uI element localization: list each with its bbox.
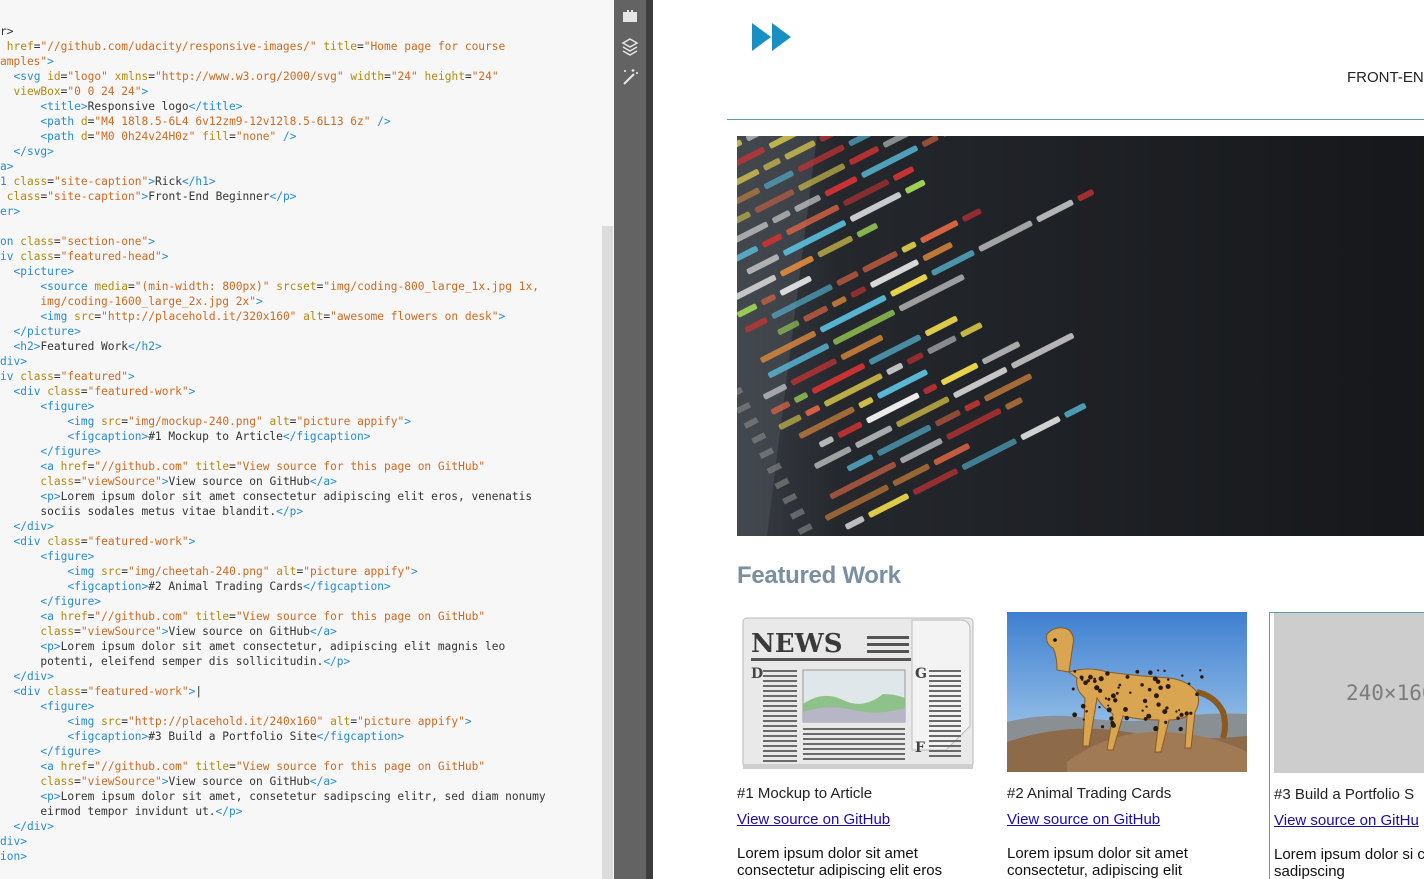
- view-source-link[interactable]: View source on GitHu: [1274, 812, 1424, 829]
- code-line[interactable]: [0, 219, 546, 234]
- card-description: Lorem ipsum dolor si consetetur sadipsci…: [1274, 846, 1424, 879]
- code-line[interactable]: <a href="//github.com" title="View sourc…: [0, 609, 546, 624]
- figcaption: #2 Animal Trading Cards: [1007, 785, 1172, 802]
- view-source-link[interactable]: View source on GitHub: [1007, 811, 1253, 828]
- code-line[interactable]: class="viewSource">View source on GitHub…: [0, 624, 546, 639]
- figcaption: #3 Build a Portfolio S: [1274, 786, 1415, 803]
- code-line[interactable]: <a href="//github.com" title="View sourc…: [0, 759, 546, 774]
- magic-wand-icon[interactable]: [620, 67, 640, 87]
- code-line[interactable]: iv class="featured-head">: [0, 249, 546, 264]
- hero-image: [737, 136, 1424, 536]
- code-line[interactable]: <div class="featured-work">|: [0, 684, 546, 699]
- code-line[interactable]: </div>: [0, 519, 546, 534]
- placeholder-label: 240×160: [1346, 681, 1424, 705]
- featured-work-card: NEWS D G F #1 Mockup to Article View sou…: [737, 612, 983, 879]
- featured-work-card: 240×160 #3 Build a Portfolio S View sour…: [1269, 612, 1424, 879]
- code-line[interactable]: <path d="M4 18l8.5-6L4 6v12zm9-12v12l8.5…: [0, 114, 546, 129]
- code-line[interactable]: <img src="img/mockup-240.png" alt="pictu…: [0, 414, 546, 429]
- code-line[interactable]: </div>: [0, 819, 546, 834]
- code-line[interactable]: viewBox="0 0 24 24">: [0, 84, 546, 99]
- logo-link[interactable]: [749, 20, 795, 54]
- featured-work-card: #2 Animal Trading Cards View source on G…: [1007, 612, 1253, 879]
- code-line[interactable]: eirmod tempor invidunt ut.</p>: [0, 804, 546, 819]
- live-preview: FRONT-END Featured Work NEWS: [653, 0, 1424, 879]
- code-line[interactable]: </figure>: [0, 594, 546, 609]
- code-line[interactable]: <img src="img/cheetah-240.png" alt="pict…: [0, 564, 546, 579]
- code-line[interactable]: <figure>: [0, 399, 546, 414]
- code-line[interactable]: img/coding-1600_large_2x.jpg 2x">: [0, 294, 546, 309]
- code-line[interactable]: 1 class="site-caption">Rick</h1>: [0, 174, 546, 189]
- svg-text:D: D: [751, 666, 763, 682]
- code-line[interactable]: <title>Responsive logo</title>: [0, 99, 546, 114]
- code-line[interactable]: er>: [0, 204, 546, 219]
- card-description: Lorem ipsum dolor sit amet consectetur a…: [737, 845, 943, 879]
- code-line[interactable]: </figure>: [0, 444, 546, 459]
- code-line[interactable]: class="viewSource">View source on GitHub…: [0, 474, 546, 489]
- code-line[interactable]: <p>Lorem ipsum dolor sit amet, consetetu…: [0, 789, 545, 804]
- code-line[interactable]: <div class="featured-work">: [0, 534, 546, 549]
- svg-text:G: G: [915, 666, 927, 682]
- fast-forward-icon: [752, 23, 791, 51]
- featured-work-heading: Featured Work: [737, 562, 901, 589]
- code-line[interactable]: <path d="M0 0h24v24H0z" fill="none" />: [0, 129, 546, 144]
- code-line[interactable]: div>: [0, 834, 546, 849]
- code-line[interactable]: sociis sodales metus vitae blandit.</p>: [0, 504, 546, 519]
- code-line[interactable]: <figure>: [0, 699, 546, 714]
- svg-text:F: F: [915, 740, 925, 756]
- code-line[interactable]: <a href="//github.com" title="View sourc…: [0, 459, 546, 474]
- code-line[interactable]: r>: [0, 24, 546, 39]
- code-line[interactable]: <figcaption>#3 Build a Portfolio Site</f…: [0, 729, 546, 744]
- code-line[interactable]: <p>Lorem ipsum dolor sit amet consectetu…: [0, 489, 546, 504]
- code-line[interactable]: <source media="(min-width: 800px)" srcse…: [0, 279, 546, 294]
- code-line[interactable]: ion>: [0, 849, 546, 864]
- code-line[interactable]: <img src="http://placehold.it/240x160" a…: [0, 714, 546, 729]
- card-description: Lorem ipsum dolor sit amet consectetur, …: [1007, 845, 1188, 879]
- placeholder-image: 240×160: [1274, 613, 1424, 773]
- code-editor[interactable]: r> href="//github.com/udacity/responsive…: [0, 0, 614, 879]
- editor-toolbar: [614, 0, 646, 879]
- code-line[interactable]: class="site-caption">Front-End Beginner<…: [0, 189, 546, 204]
- header-divider: [727, 119, 1424, 120]
- code-line[interactable]: <svg id="logo" xmlns="http://www.w3.org/…: [0, 69, 546, 84]
- cheetah-image: [1007, 612, 1247, 772]
- layers-icon[interactable]: [620, 37, 640, 57]
- code-line[interactable]: <h2>Featured Work</h2>: [0, 339, 546, 354]
- code-line[interactable]: </svg>: [0, 144, 546, 159]
- code-line[interactable]: potenti, eleifend semper dis sollicitudi…: [0, 654, 546, 669]
- svg-text:NEWS: NEWS: [751, 629, 843, 659]
- code-line[interactable]: <picture>: [0, 264, 546, 279]
- view-source-link[interactable]: View source on GitHub: [737, 811, 983, 828]
- site-caption: FRONT-END: [1347, 69, 1424, 86]
- code-line[interactable]: </div>: [0, 669, 546, 684]
- code-line[interactable]: href="//github.com/udacity/responsive-im…: [0, 39, 546, 54]
- code-line[interactable]: <figcaption>#1 Mockup to Article</figcap…: [0, 429, 546, 444]
- code-line[interactable]: class="viewSource">View source on GitHub…: [0, 774, 546, 789]
- code-line[interactable]: <p>Lorem ipsum dolor sit amet consectetu…: [0, 639, 546, 654]
- code-line[interactable]: iv class="featured">: [0, 369, 546, 384]
- panel-divider[interactable]: [646, 0, 653, 879]
- code-text[interactable]: r> href="//github.com/udacity/responsive…: [0, 24, 546, 864]
- code-line[interactable]: div>: [0, 354, 546, 369]
- code-line[interactable]: <img src="http://placehold.it/320x160" a…: [0, 309, 546, 324]
- code-line[interactable]: <figure>: [0, 549, 546, 564]
- code-line[interactable]: amples">: [0, 54, 546, 69]
- figcaption: #1 Mockup to Article: [737, 785, 873, 802]
- code-line[interactable]: </picture>: [0, 324, 546, 339]
- code-line[interactable]: a>: [0, 159, 546, 174]
- newspaper-image: NEWS D G F: [737, 612, 977, 772]
- code-line[interactable]: on class="section-one">: [0, 234, 546, 249]
- extension-icon[interactable]: [620, 6, 640, 26]
- code-line[interactable]: <figcaption>#2 Animal Trading Cards</fig…: [0, 579, 546, 594]
- code-line[interactable]: <div class="featured-work">: [0, 384, 546, 399]
- editor-scrollbar[interactable]: [602, 226, 613, 879]
- code-line[interactable]: </figure>: [0, 744, 546, 759]
